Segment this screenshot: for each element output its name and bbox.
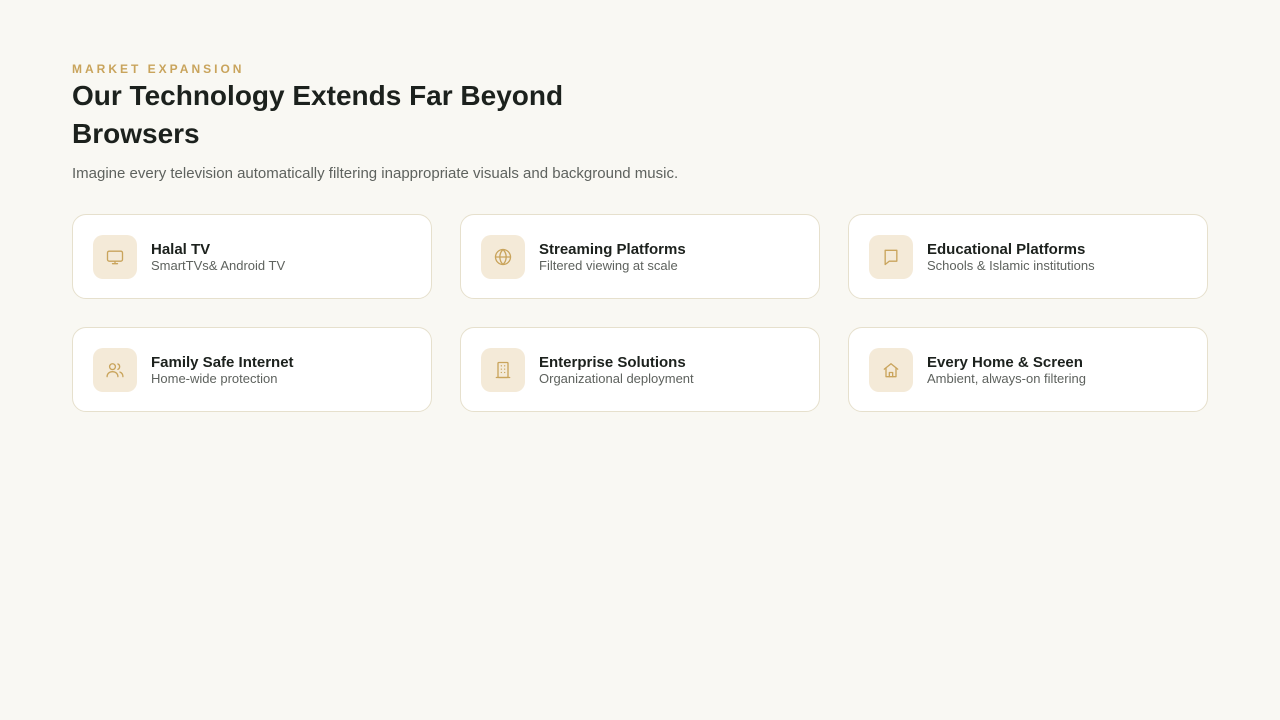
card-title: Enterprise Solutions	[539, 353, 686, 371]
card-title: Educational Platforms	[927, 240, 1086, 258]
page-title: Our Technology Extends Far Beyond Browse…	[72, 80, 564, 149]
page-subtitle: Imagine every television automatically f…	[72, 165, 679, 182]
card-description: SmartTVs& Android TV	[151, 257, 286, 273]
card-description: Filtered viewing at scale	[539, 257, 678, 273]
icon-badge	[481, 347, 525, 392]
card-every-home-screen: Every Home & Screen Ambient, always-on f…	[848, 327, 1208, 412]
icon-badge	[869, 234, 913, 279]
card-description: Schools & Islamic institutions	[927, 257, 1095, 273]
card-description: Home-wide protection	[151, 370, 278, 386]
home-icon	[883, 362, 899, 377]
section-eyebrow: MARKET EXPANSION	[72, 62, 245, 76]
card-title: Every Home & Screen	[927, 353, 1083, 371]
card-title: Halal TV	[151, 240, 211, 258]
users-icon	[106, 362, 124, 377]
platform-cards-grid: Halal TV SmartTVs& Android TV Streaming …	[72, 214, 1208, 412]
icon-badge	[93, 234, 137, 279]
market-expansion-section: MARKET EXPANSION Our Technology Extends …	[72, 62, 1208, 412]
card-halal-tv: Halal TV SmartTVs& Android TV	[72, 214, 432, 299]
card-title: Family Safe Internet	[151, 353, 294, 371]
globe-icon	[494, 248, 512, 265]
building-icon	[495, 361, 511, 378]
card-description: Organizational deployment	[539, 370, 694, 386]
icon-badge	[93, 347, 137, 392]
card-family-safe-internet: Family Safe Internet Home-wide protectio…	[72, 327, 432, 412]
book-icon	[884, 249, 898, 265]
icon-badge	[481, 234, 525, 279]
card-streaming-platforms: Streaming Platforms Filtered viewing at …	[460, 214, 820, 299]
tv-icon	[106, 250, 124, 264]
card-title: Streaming Platforms	[539, 240, 686, 258]
card-enterprise-solutions: Enterprise Solutions Organizational depl…	[460, 327, 820, 412]
icon-badge	[869, 347, 913, 392]
card-description: Ambient, always-on filtering	[927, 370, 1086, 386]
card-educational-platforms: Educational Platforms Schools & Islamic …	[848, 214, 1208, 299]
